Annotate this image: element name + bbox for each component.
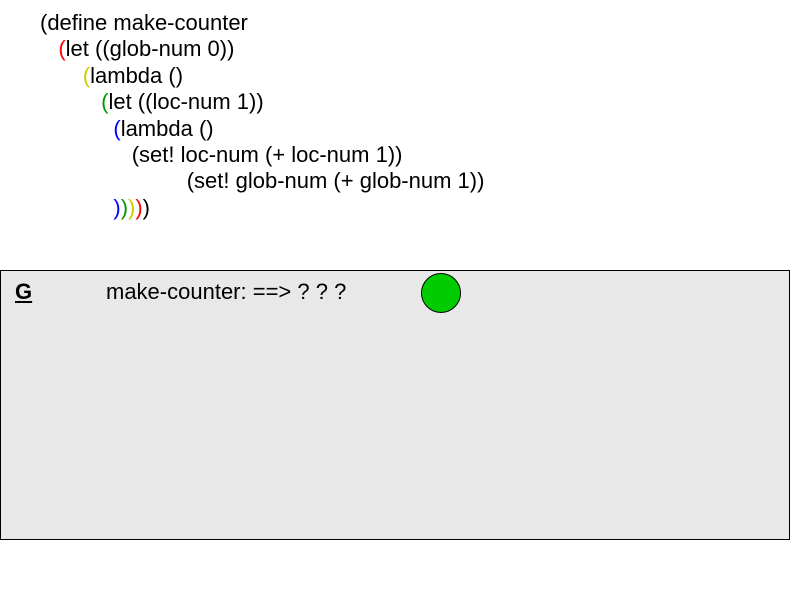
code-indent [40,142,132,167]
code-text: (set! glob-num (+ glob-num 1)) [187,168,485,193]
code-indent [40,116,113,141]
environment-label: G [15,279,32,305]
paren-blue: ) [113,195,120,220]
code-text: let ((glob-num 0)) [66,36,235,61]
environment-panel: G make-counter: ==> ? ? ? [0,270,790,540]
code-block: (define make-counter (let ((glob-num 0))… [40,10,484,221]
closure-icon [421,273,461,313]
code-indent [40,63,83,88]
code-indent [40,168,187,193]
code-indent [40,89,101,114]
code-text: lambda () [121,116,214,141]
code-line-2: (let ((glob-num 0)) [40,36,484,62]
code-line-4: (let ((loc-num 1)) [40,89,484,115]
paren-red: ) [135,195,142,220]
code-text: ) [143,195,150,220]
code-indent [40,36,58,61]
paren-blue: ( [113,116,120,141]
code-line-1: (define make-counter [40,10,484,36]
code-line-5: (lambda () [40,116,484,142]
environment-text: make-counter: ==> ? ? ? [106,279,346,305]
code-text: (define make-counter [40,10,248,35]
paren-red: ( [58,36,65,61]
code-line-7: (set! glob-num (+ glob-num 1)) [40,168,484,194]
code-text: (set! loc-num (+ loc-num 1)) [132,142,403,167]
code-line-6: (set! loc-num (+ loc-num 1)) [40,142,484,168]
code-text: let ((loc-num 1)) [108,89,263,114]
code-text: lambda () [90,63,183,88]
code-line-3: (lambda () [40,63,484,89]
paren-green: ) [121,195,128,220]
code-indent [40,195,113,220]
code-line-8: ))))) [40,195,484,221]
